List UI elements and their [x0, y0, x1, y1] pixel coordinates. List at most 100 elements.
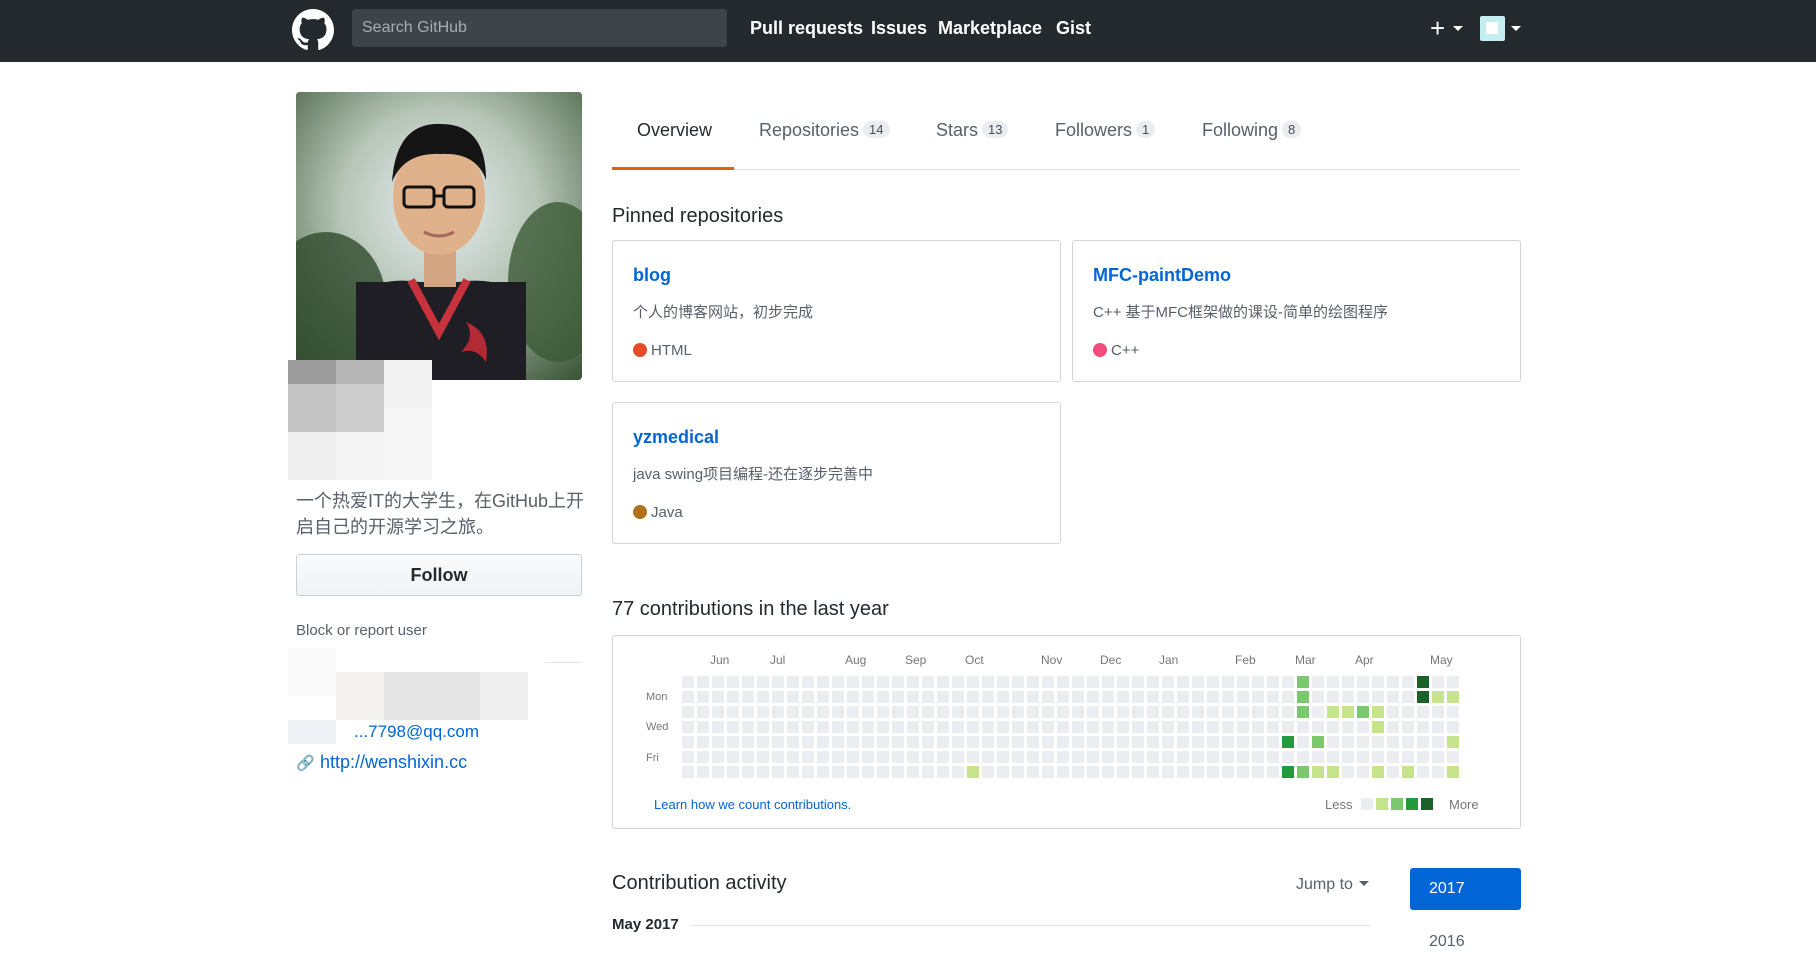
contribution-day-cell[interactable]	[772, 766, 784, 778]
contribution-day-cell[interactable]	[967, 706, 979, 718]
contribution-day-cell[interactable]	[1252, 721, 1264, 733]
contribution-day-cell[interactable]	[1447, 766, 1459, 778]
contribution-day-cell[interactable]	[877, 736, 889, 748]
contribution-day-cell[interactable]	[1057, 721, 1069, 733]
contribution-day-cell[interactable]	[727, 676, 739, 688]
contribution-day-cell[interactable]	[1207, 676, 1219, 688]
year-2016-link[interactable]: 2016	[1429, 933, 1465, 951]
contribution-day-cell[interactable]	[1132, 676, 1144, 688]
contribution-day-cell[interactable]	[937, 766, 949, 778]
contribution-day-cell[interactable]	[877, 721, 889, 733]
contribution-day-cell[interactable]	[982, 691, 994, 703]
contribution-day-cell[interactable]	[952, 736, 964, 748]
contribution-day-cell[interactable]	[1237, 736, 1249, 748]
contribution-day-cell[interactable]	[712, 721, 724, 733]
contribution-day-cell[interactable]	[1132, 736, 1144, 748]
contribution-day-cell[interactable]	[1417, 751, 1429, 763]
contribution-day-cell[interactable]	[727, 706, 739, 718]
nav-pull-requests[interactable]: Pull requests	[750, 18, 863, 39]
contribution-day-cell[interactable]	[847, 736, 859, 748]
contribution-day-cell[interactable]	[862, 751, 874, 763]
contribution-day-cell[interactable]	[1072, 691, 1084, 703]
contribution-day-cell[interactable]	[1402, 676, 1414, 688]
contribution-day-cell[interactable]	[1297, 766, 1309, 778]
contribution-day-cell[interactable]	[1267, 706, 1279, 718]
contribution-day-cell[interactable]	[982, 736, 994, 748]
contribution-day-cell[interactable]	[907, 691, 919, 703]
contribution-day-cell[interactable]	[1342, 691, 1354, 703]
contribution-day-cell[interactable]	[1297, 706, 1309, 718]
contribution-day-cell[interactable]	[1087, 691, 1099, 703]
contribution-day-cell[interactable]	[1342, 751, 1354, 763]
contribution-day-cell[interactable]	[1417, 706, 1429, 718]
contribution-day-cell[interactable]	[1357, 736, 1369, 748]
contribution-day-cell[interactable]	[922, 691, 934, 703]
contribution-day-cell[interactable]	[862, 736, 874, 748]
contribution-day-cell[interactable]	[1177, 766, 1189, 778]
contribution-day-cell[interactable]	[997, 766, 1009, 778]
contribution-day-cell[interactable]	[682, 766, 694, 778]
contribution-day-cell[interactable]	[1357, 676, 1369, 688]
contribution-day-cell[interactable]	[1012, 691, 1024, 703]
contribution-day-cell[interactable]	[1372, 721, 1384, 733]
contribution-day-cell[interactable]	[1207, 751, 1219, 763]
contribution-day-cell[interactable]	[952, 691, 964, 703]
contribution-day-cell[interactable]	[877, 766, 889, 778]
contribution-day-cell[interactable]	[1312, 706, 1324, 718]
contribution-day-cell[interactable]	[802, 691, 814, 703]
tab-stars[interactable]: Stars 13	[936, 120, 1009, 141]
contribution-day-cell[interactable]	[847, 706, 859, 718]
contribution-day-cell[interactable]	[1402, 751, 1414, 763]
contribution-day-cell[interactable]	[952, 676, 964, 688]
contribution-day-cell[interactable]	[817, 736, 829, 748]
follow-button[interactable]: Follow	[296, 554, 582, 596]
contribution-day-cell[interactable]	[757, 706, 769, 718]
repo-name-link[interactable]: yzmedical	[633, 427, 719, 448]
contribution-day-cell[interactable]	[727, 751, 739, 763]
contribution-day-cell[interactable]	[1327, 676, 1339, 688]
contribution-day-cell[interactable]	[1087, 736, 1099, 748]
contribution-day-cell[interactable]	[727, 736, 739, 748]
contribution-day-cell[interactable]	[1282, 766, 1294, 778]
contribution-day-cell[interactable]	[1102, 676, 1114, 688]
contribution-day-cell[interactable]	[1057, 691, 1069, 703]
contribution-day-cell[interactable]	[1237, 691, 1249, 703]
contribution-day-cell[interactable]	[1042, 751, 1054, 763]
contribution-day-cell[interactable]	[1237, 751, 1249, 763]
contribution-day-cell[interactable]	[907, 721, 919, 733]
contribution-day-cell[interactable]	[712, 766, 724, 778]
contribution-day-cell[interactable]	[802, 706, 814, 718]
contribution-day-cell[interactable]	[682, 751, 694, 763]
contribution-day-cell[interactable]	[1117, 751, 1129, 763]
contribution-day-cell[interactable]	[1417, 736, 1429, 748]
contribution-day-cell[interactable]	[877, 691, 889, 703]
tab-following[interactable]: Following 8	[1202, 120, 1302, 141]
contribution-day-cell[interactable]	[1102, 691, 1114, 703]
contribution-day-cell[interactable]	[1432, 676, 1444, 688]
contribution-day-cell[interactable]	[682, 721, 694, 733]
contribution-day-cell[interactable]	[922, 766, 934, 778]
contribution-day-cell[interactable]	[1357, 721, 1369, 733]
contribution-day-cell[interactable]	[1432, 706, 1444, 718]
contribution-day-cell[interactable]	[1222, 721, 1234, 733]
contribution-day-cell[interactable]	[682, 706, 694, 718]
contribution-day-cell[interactable]	[1012, 766, 1024, 778]
tab-repositories[interactable]: Repositories 14	[759, 120, 890, 141]
contribution-day-cell[interactable]	[1087, 721, 1099, 733]
contribution-day-cell[interactable]	[1072, 751, 1084, 763]
contribution-day-cell[interactable]	[1432, 721, 1444, 733]
contribution-day-cell[interactable]	[1162, 721, 1174, 733]
contribution-day-cell[interactable]	[1432, 766, 1444, 778]
contribution-day-cell[interactable]	[1102, 736, 1114, 748]
contribution-day-cell[interactable]	[922, 676, 934, 688]
contribution-day-cell[interactable]	[1012, 721, 1024, 733]
repo-name-link[interactable]: blog	[633, 265, 671, 286]
contribution-day-cell[interactable]	[847, 766, 859, 778]
contribution-day-cell[interactable]	[1237, 706, 1249, 718]
contribution-day-cell[interactable]	[1027, 751, 1039, 763]
contribution-day-cell[interactable]	[952, 751, 964, 763]
contribution-day-cell[interactable]	[802, 721, 814, 733]
contribution-day-cell[interactable]	[1222, 676, 1234, 688]
contribution-day-cell[interactable]	[727, 766, 739, 778]
contribution-day-cell[interactable]	[1102, 721, 1114, 733]
